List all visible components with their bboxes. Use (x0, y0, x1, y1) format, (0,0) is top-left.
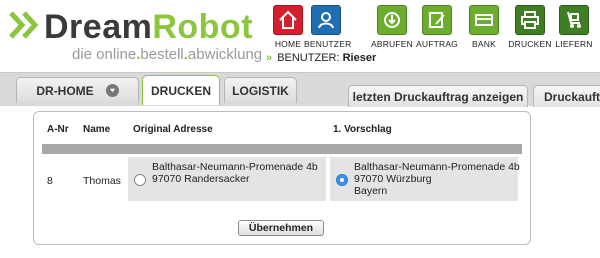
logo-wordmark: DreamRobot (44, 8, 254, 46)
logo-chevron-icon (9, 11, 39, 39)
tab-letzten-druckauftrag[interactable]: letzten Druckauftrag anzeigen (348, 85, 528, 107)
column-header-suggestion: 1. Vorschlag (333, 124, 392, 135)
suggested-address-radio[interactable] (336, 174, 348, 186)
tab-druckauftrag[interactable]: Druckauftr (533, 85, 600, 107)
tab-logistik[interactable]: LOGISTIK (224, 77, 297, 103)
toolbar-label: DRUCKEN (508, 39, 552, 49)
tab-dr-home[interactable]: DR-HOME (16, 77, 139, 103)
current-user-info: » BENUTZER: Rieser (266, 52, 377, 64)
toolbar-label: BENUTZER (304, 39, 352, 49)
original-address-option[interactable]: Balthasar-Neumann-Promenade 4b 97070 Ran… (128, 157, 326, 201)
toolbar-label: LIEFERN (555, 39, 593, 49)
original-address-radio[interactable] (134, 174, 146, 186)
order-number-cell: 8 (47, 175, 53, 187)
tab-bar: DR-HOME DRUCKEN LOGISTIK letzten Druckau… (0, 72, 600, 107)
original-address-text: Balthasar-Neumann-Promenade 4b 97070 Ran… (152, 161, 318, 185)
column-header-anr: A-Nr (47, 124, 69, 135)
bank-card-icon (475, 14, 493, 26)
toolbar-auftrag-button[interactable]: AUFTRAG (415, 5, 459, 49)
toolbar-drucken-button[interactable]: DRUCKEN (508, 5, 552, 49)
user-icon (318, 12, 334, 29)
download-icon (384, 12, 400, 28)
table-header-divider (42, 144, 522, 154)
dreamrobot-logo[interactable]: DreamRobot die online.bestell.abwicklung (8, 6, 262, 63)
order-edit-icon (429, 12, 445, 28)
toolbar-label: AUFTRAG (415, 39, 458, 49)
address-check-panel: A-Nr Name Original Adresse 1. Vorschlag … (33, 111, 531, 245)
toolbar-liefern-button[interactable]: LIEFERN (552, 5, 596, 49)
home-icon (279, 10, 297, 29)
printer-icon (521, 11, 539, 29)
toolbar-abrufen-button[interactable]: ABRUFEN (370, 5, 414, 49)
current-user-name: Rieser (342, 52, 377, 64)
column-header-name: Name (83, 124, 111, 135)
toolbar-benutzer-button[interactable]: BENUTZER (304, 5, 352, 49)
delivery-truck-icon (567, 11, 581, 28)
customer-name-cell: Thomas (83, 175, 121, 187)
logo-tagline: die online.bestell.abwicklung (72, 46, 263, 63)
chevron-right-icon: » (266, 52, 273, 64)
chevron-down-icon[interactable] (105, 84, 119, 97)
toolbar-bank-button[interactable]: BANK (462, 5, 506, 49)
tab-drucken[interactable]: DRUCKEN (142, 75, 220, 105)
suggested-address-option[interactable]: Balthasar-Neumann-Promenade 4b 97070 Wür… (330, 157, 520, 201)
suggested-address-text: Balthasar-Neumann-Promenade 4b 97070 Wür… (354, 161, 520, 197)
toolbar-label: ABRUFEN (370, 39, 414, 49)
toolbar-label: BANK (472, 39, 496, 49)
apply-button[interactable]: Übernehmen (238, 220, 324, 236)
column-header-original-address: Original Adresse (133, 124, 213, 135)
